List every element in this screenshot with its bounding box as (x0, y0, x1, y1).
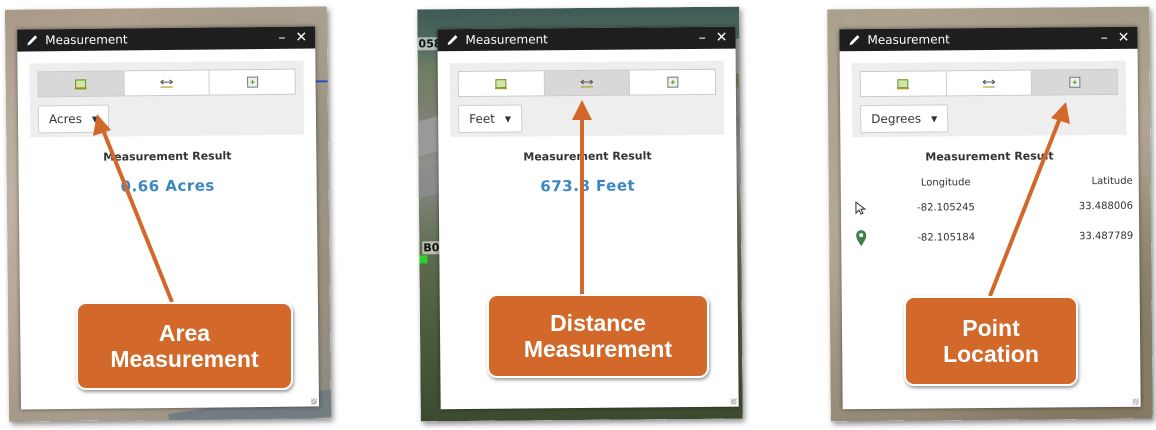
distance-tool-button[interactable] (544, 70, 631, 96)
resize-handle[interactable] (310, 398, 318, 405)
unit-dropdown[interactable]: Degrees ▼ (860, 104, 949, 134)
tool-tabs (37, 68, 296, 98)
location-icon (246, 76, 258, 88)
location-tool-button[interactable] (1032, 69, 1117, 95)
area-tool-button[interactable] (458, 71, 545, 97)
location-tool-button[interactable] (630, 69, 715, 95)
panel-title: Measurement (45, 32, 128, 48)
location-icon (1068, 76, 1081, 88)
pencil-icon (849, 35, 860, 46)
coordinate-row: -82.105184 33.487789 (841, 225, 1139, 250)
longitude-header: Longitude (920, 177, 971, 189)
toolbox: Degrees ▼ (851, 60, 1127, 138)
location-callout: Point Location (904, 296, 1078, 386)
unit-value: Feet (469, 111, 495, 126)
longitude-value: -82.105184 (917, 231, 976, 244)
coordinate-row: -82.105245 33.488006 (841, 195, 1139, 220)
close-button[interactable]: ✕ (295, 30, 307, 46)
location-icon (666, 76, 679, 88)
minimize-button[interactable]: – (278, 30, 285, 46)
callout-line: Area (158, 320, 211, 346)
panel-titlebar: Measurement – ✕ (437, 26, 736, 52)
map-pin-icon (841, 229, 881, 247)
map-marker (419, 255, 428, 264)
pencil-icon (27, 35, 38, 46)
unit-value: Degrees (871, 111, 922, 127)
distance-tool-button[interactable] (124, 70, 211, 96)
area-tool-button[interactable] (860, 71, 947, 97)
distance-tool-button[interactable] (946, 70, 1033, 96)
distance-icon (580, 79, 594, 88)
distance-icon (160, 79, 173, 88)
result-label: Measurement Result (523, 149, 652, 164)
panel-titlebar: Measurement – ✕ (839, 26, 1138, 52)
unit-dropdown[interactable]: Feet ▼ (458, 104, 523, 134)
callout-line: Point (962, 315, 1020, 341)
result-label: Measurement Result (925, 149, 1054, 164)
callout-line: Distance (550, 310, 646, 336)
panel-titlebar: Measurement – ✕ (17, 26, 316, 52)
unit-value: Acres (48, 111, 82, 127)
caret-down-icon: ▼ (931, 113, 938, 124)
caret-down-icon: ▼ (504, 114, 512, 124)
resize-handle[interactable] (1132, 398, 1139, 405)
panel-title: Measurement (867, 32, 950, 48)
distance-icon (982, 79, 996, 88)
minimize-button[interactable]: – (699, 30, 706, 46)
callout-line: Measurement (110, 346, 259, 372)
panel-title: Measurement (465, 32, 548, 47)
area-tool-button[interactable] (38, 71, 125, 97)
toolbox: Feet ▼ (449, 60, 725, 138)
distance-callout: Distance Measurement (487, 294, 709, 378)
minimize-button[interactable]: – (1101, 30, 1108, 46)
tool-tabs (859, 68, 1118, 98)
resize-handle[interactable] (730, 398, 737, 405)
area-icon (897, 79, 910, 90)
latitude-value: 33.488006 (1078, 200, 1133, 212)
callout-line: Location (943, 341, 1039, 367)
result-label: Measurement Result (103, 149, 232, 164)
longitude-value: -82.105245 (917, 201, 975, 214)
caret-down-icon: ▼ (91, 114, 99, 124)
callout-line: Measurement (523, 336, 673, 362)
cursor-icon (841, 201, 881, 215)
close-button[interactable]: ✕ (716, 30, 728, 46)
area-callout: Area Measurement (76, 302, 293, 390)
result-value: 673.8 Feet (540, 176, 636, 196)
unit-dropdown[interactable]: Acres ▼ (37, 104, 110, 134)
close-button[interactable]: ✕ (1118, 30, 1130, 46)
latitude-header: Latitude (1091, 175, 1133, 188)
toolbox: Acres ▼ (29, 60, 305, 138)
location-tool-button[interactable] (209, 69, 295, 95)
coordinate-header: Longitude Latitude (841, 176, 1139, 190)
pencil-icon (447, 35, 458, 46)
tool-tabs (457, 68, 716, 98)
result-value: 0.66 Acres (120, 176, 215, 196)
area-icon (495, 79, 508, 90)
area-icon (75, 79, 88, 90)
latitude-value: 33.487789 (1079, 230, 1134, 242)
